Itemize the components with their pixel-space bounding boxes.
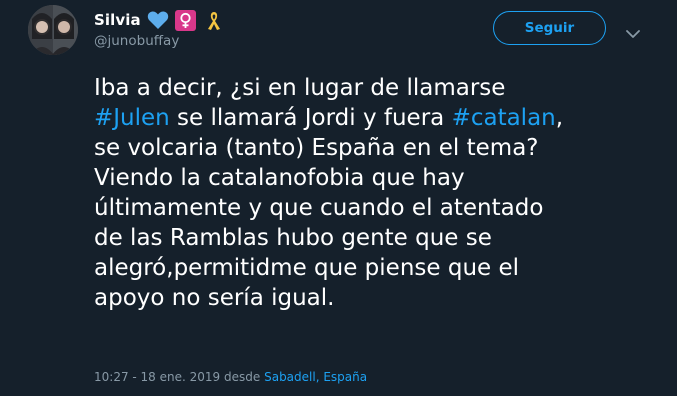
- tweet-line: se volcaria (tanto) España en el tema?: [94, 133, 654, 163]
- hashtag-link[interactable]: #catalan: [452, 105, 556, 131]
- female-sign-icon: [175, 9, 197, 31]
- tweet-text-segment: Iba a decir, ¿si en lugar de llamarse: [94, 75, 506, 101]
- tweet-text-segment: se volcaria (tanto) España en el tema?: [94, 135, 539, 161]
- hashtag-link[interactable]: #Julen: [94, 105, 170, 131]
- location-link[interactable]: Sabadell, España: [264, 370, 367, 384]
- user-handle[interactable]: @junobuffay: [94, 33, 179, 49]
- tweet-line: de las Ramblas hubo gente que se: [94, 223, 654, 253]
- tweet-line: Viendo la catalanofobia que hay: [94, 163, 654, 193]
- tweet-text-segment: se llamará Jordi y fuera: [169, 105, 452, 131]
- tweet-text-segment: apoyo no sería igual.: [94, 285, 335, 311]
- tweet-line: apoyo no sería igual.: [94, 283, 654, 313]
- blue-heart-icon: [147, 9, 169, 31]
- tweet-card: Silvia @junobuffay Seguir Iba a decir, ¿…: [0, 0, 677, 396]
- from-label: desde: [224, 370, 261, 384]
- tweet-line: últimamente y que cuando el atentado: [94, 193, 654, 223]
- avatar[interactable]: [28, 5, 78, 55]
- name-row: Silvia: [94, 9, 225, 31]
- tweet-meta: 10:27 - 18 ene. 2019 desde Sabadell, Esp…: [94, 370, 367, 384]
- tweet-text-segment: ,: [555, 105, 564, 131]
- display-name[interactable]: Silvia: [94, 11, 141, 29]
- tweet-text-segment: de las Ramblas hubo gente que se: [94, 225, 492, 251]
- tweet-line: Iba a decir, ¿si en lugar de llamarse: [94, 73, 654, 103]
- tweet-timestamp[interactable]: 10:27 - 18 ene. 2019: [94, 370, 220, 384]
- tweet-line: alegró,permitidme que piense que el: [94, 253, 654, 283]
- tweet-text-segment: alegró,permitidme que piense que el: [94, 255, 520, 281]
- ribbon-icon: [203, 9, 225, 31]
- tweet-line: #Julen se llamará Jordi y fuera #catalan…: [94, 103, 654, 133]
- tweet-text-segment: últimamente y que cuando el atentado: [94, 195, 544, 221]
- follow-button[interactable]: Seguir: [493, 11, 606, 45]
- tweet-text: Iba a decir, ¿si en lugar de llamarse #Ju…: [94, 73, 654, 313]
- chevron-down-icon[interactable]: [625, 25, 641, 38]
- tweet-text-segment: Viendo la catalanofobia que hay: [94, 165, 465, 191]
